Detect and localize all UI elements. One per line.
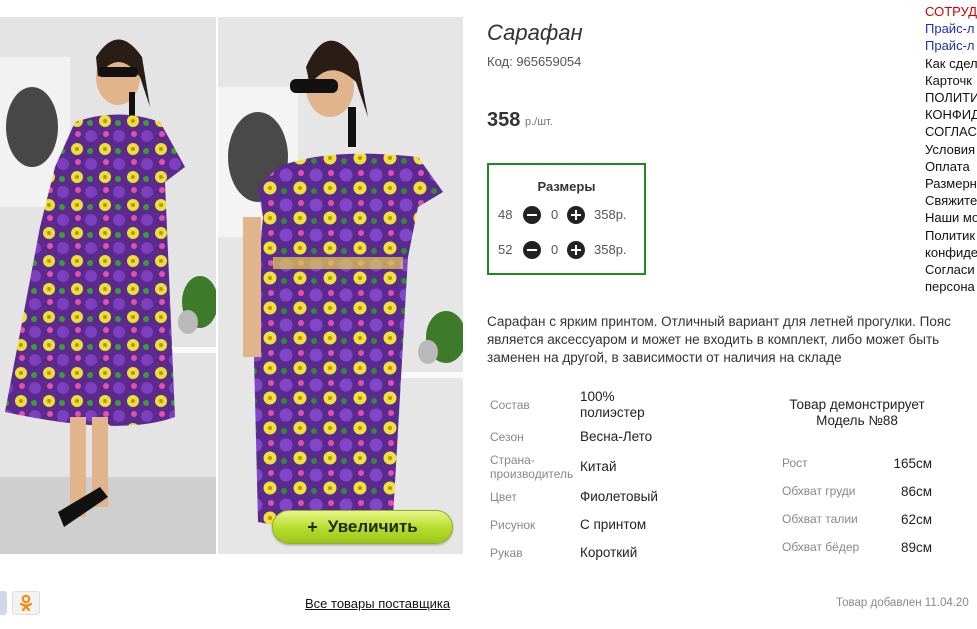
side-link[interactable]: СОТРУД (925, 3, 977, 20)
attribute-label: Страна-производитель (490, 453, 574, 481)
side-link[interactable]: Прайс-л (925, 37, 977, 54)
product-code: Код: 965659054 (487, 54, 582, 69)
attribute-value: Китай (580, 459, 617, 474)
side-link[interactable]: Размерн (925, 175, 977, 192)
side-link[interactable]: Политик (925, 227, 977, 244)
product-photo-2[interactable] (218, 17, 463, 554)
product-description: Сарафан с ярким принтом. Отличный вариан… (487, 314, 951, 365)
model-param-label: Обхват груди (782, 484, 856, 498)
sizes-box: Размеры 48 0 358р. 52 0 358р. (487, 163, 646, 275)
side-link[interactable]: персона (925, 278, 977, 295)
price-unit: р./шт. (525, 116, 553, 128)
side-link[interactable]: Свяжите (925, 192, 977, 209)
attribute-value: Весна-Лето (580, 429, 653, 444)
product-photo-1[interactable] (0, 17, 216, 554)
model-param-value: 165см (893, 456, 932, 471)
size-value: 48 (498, 207, 513, 222)
attribute-value: С принтом (580, 517, 647, 532)
side-link[interactable]: Согласи (925, 261, 977, 278)
size-row: 52 0 358р. (498, 240, 638, 260)
side-link[interactable]: Карточк (925, 72, 977, 89)
side-links: СОТРУД Прайс-л Прайс-л Как сдел Карточк … (925, 3, 977, 295)
size-value: 52 (498, 242, 513, 257)
quantity-value: 0 (551, 242, 559, 257)
attribute-label: Цвет (490, 490, 517, 504)
date-added: Товар добавлен 11.04.20 (836, 597, 969, 609)
side-link[interactable]: КОНФИД (925, 106, 977, 123)
side-link[interactable]: Прайс-л (925, 20, 977, 37)
sizes-title: Размеры (537, 179, 596, 194)
zoom-button[interactable]: + Увеличить (272, 510, 453, 544)
size-price: 358р. (594, 242, 627, 257)
model-param-label: Обхват талии (782, 512, 858, 526)
side-link[interactable]: Условия (925, 141, 977, 158)
odnoklassniki-icon[interactable] (12, 591, 40, 615)
model-param-label: Рост (782, 456, 808, 470)
model-param-value: 89см (900, 540, 932, 555)
quantity-value: 0 (551, 207, 559, 222)
social-share-button[interactable] (0, 591, 7, 615)
side-link[interactable]: Наши мо (925, 209, 977, 226)
side-link[interactable]: СОГЛАС (925, 123, 977, 140)
plus-circle-icon[interactable] (567, 206, 585, 224)
all-supplier-goods-link[interactable]: Все товары поставщика (305, 596, 450, 611)
model-param-value: 62см (900, 512, 932, 527)
side-link[interactable]: конфиде (925, 244, 977, 261)
plus-icon: + (307, 516, 318, 537)
model-param-label: Обхват бёдер (782, 540, 860, 554)
attribute-label: Состав (490, 398, 530, 412)
side-link[interactable]: Как сдел (925, 55, 977, 72)
plus-circle-icon[interactable] (567, 241, 585, 259)
minus-icon[interactable] (523, 206, 541, 224)
size-row: 48 0 358р. (498, 205, 638, 225)
attribute-value: Короткий (580, 545, 638, 560)
model-param-value: 86см (900, 484, 932, 499)
product-title: Сарафан (487, 20, 583, 45)
side-link[interactable]: Оплата (925, 158, 977, 175)
attribute-label: Сезон (490, 430, 524, 444)
product-price: 358 (487, 109, 521, 131)
attribute-label: Рисунок (490, 518, 536, 532)
attribute-label: Рукав (490, 546, 523, 560)
size-price: 358р. (594, 207, 627, 222)
zoom-button-label: Увеличить (327, 517, 418, 536)
minus-icon[interactable] (523, 241, 541, 259)
model-title: Товар демонстрирует Модель №88 (789, 397, 925, 428)
attribute-value: 100% полиэстер (580, 389, 645, 420)
attribute-value: Фиолетовый (580, 489, 658, 504)
side-link[interactable]: ПОЛИТИ (925, 89, 977, 106)
